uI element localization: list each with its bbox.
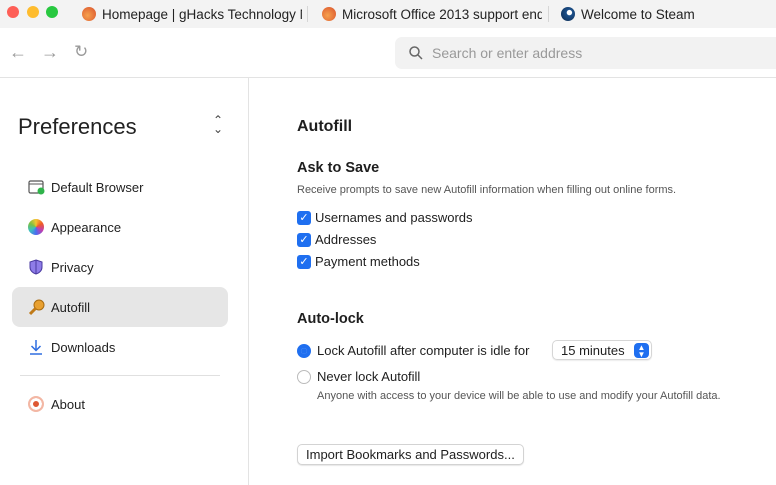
default-browser-icon bbox=[27, 178, 45, 196]
ghacks-favicon-icon bbox=[322, 7, 336, 21]
sidebar-divider bbox=[20, 375, 220, 376]
sidebar-item-label: Default Browser bbox=[51, 179, 144, 195]
sidebar-item-privacy[interactable]: Privacy bbox=[12, 247, 228, 287]
back-arrow-icon[interactable]: ← bbox=[9, 42, 27, 62]
checkbox-label: Addresses bbox=[315, 232, 377, 247]
toolbar: ← → ↻ Search or enter address bbox=[0, 28, 776, 78]
radio-label: Never lock Autofill bbox=[317, 369, 421, 384]
preferences-title: Preferences bbox=[18, 114, 137, 139]
never-lock-note: Anyone with access to your device will b… bbox=[317, 390, 721, 402]
sidebar-item-label: Privacy bbox=[51, 259, 94, 275]
forward-arrow-icon[interactable]: → bbox=[41, 42, 59, 62]
radio-label: Lock Autofill after computer is idle for bbox=[317, 343, 530, 358]
reload-icon[interactable]: ↻ bbox=[74, 42, 88, 62]
tab-ghacks-homepage[interactable]: Homepage | gHacks Technology News bbox=[82, 0, 302, 28]
never-lock-radio[interactable]: Never lock Autofill bbox=[297, 369, 420, 384]
minimize-window-button[interactable] bbox=[27, 6, 39, 18]
chevron-up-down-icon[interactable]: ⌃ ⌄ bbox=[213, 114, 223, 135]
idle-time-select[interactable]: 15 minutes ▲ ▼ bbox=[552, 340, 652, 360]
radio-selected bbox=[297, 343, 311, 358]
select-value: 15 minutes bbox=[561, 342, 625, 358]
tab-title: Homepage | gHacks Technology News bbox=[102, 6, 302, 22]
close-window-button[interactable] bbox=[7, 6, 19, 18]
tab-office-support[interactable]: Microsoft Office 2013 support ends bbox=[322, 0, 542, 28]
sidebar-item-appearance[interactable]: Appearance bbox=[12, 207, 228, 247]
download-icon bbox=[27, 338, 45, 356]
ghacks-favicon-icon bbox=[82, 7, 96, 21]
tab-title: Welcome to Steam bbox=[581, 6, 695, 22]
radio-unselected bbox=[297, 369, 311, 384]
tab-steam[interactable]: Welcome to Steam bbox=[561, 0, 761, 28]
address-bar[interactable]: Search or enter address bbox=[395, 37, 776, 69]
checkbox-label: Usernames and passwords bbox=[315, 210, 473, 225]
address-placeholder: Search or enter address bbox=[432, 45, 583, 61]
addresses-checkbox[interactable]: ✓ Addresses bbox=[297, 232, 376, 247]
ask-to-save-description: Receive prompts to save new Autofill inf… bbox=[297, 184, 677, 196]
auto-lock-heading: Auto-lock bbox=[297, 311, 364, 327]
sidebar-item-about[interactable]: About bbox=[12, 384, 228, 424]
sidebar-item-default-browser[interactable]: Default Browser bbox=[12, 167, 228, 207]
tab-bar: Homepage | gHacks Technology News Micros… bbox=[0, 0, 776, 28]
checkmark-icon: ✓ bbox=[297, 254, 311, 269]
sidebar-item-label: Downloads bbox=[51, 339, 116, 355]
payment-methods-checkbox[interactable]: ✓ Payment methods bbox=[297, 254, 420, 269]
import-bookmarks-button[interactable]: Import Bookmarks and Passwords... bbox=[297, 444, 524, 465]
ask-to-save-heading: Ask to Save bbox=[297, 160, 380, 176]
tab-divider bbox=[307, 6, 308, 22]
checkmark-icon: ✓ bbox=[297, 210, 311, 225]
sidebar-item-label: About bbox=[51, 396, 85, 412]
tab-divider bbox=[548, 6, 549, 22]
shield-icon bbox=[27, 258, 45, 276]
sidebar: Preferences ⌃ ⌄ Default Browser Appearanc… bbox=[0, 78, 249, 485]
sidebar-item-label: Appearance bbox=[51, 219, 122, 235]
sidebar-item-autofill[interactable]: Autofill bbox=[12, 287, 228, 327]
tab-title: Microsoft Office 2013 support ends bbox=[342, 6, 542, 22]
checkbox-label: Payment methods bbox=[315, 254, 420, 269]
steam-favicon-icon bbox=[561, 7, 575, 21]
appearance-icon bbox=[27, 218, 45, 236]
zoom-window-button[interactable] bbox=[46, 6, 58, 18]
search-icon bbox=[409, 46, 423, 60]
lock-after-idle-radio[interactable]: Lock Autofill after computer is idle for bbox=[297, 343, 529, 358]
chevron-up-down-icon: ▲ ▼ bbox=[634, 343, 649, 359]
checkmark-icon: ✓ bbox=[297, 232, 311, 247]
sidebar-item-label: Autofill bbox=[51, 299, 91, 315]
key-icon bbox=[27, 298, 45, 316]
duckduckgo-icon bbox=[27, 395, 45, 413]
sidebar-item-downloads[interactable]: Downloads bbox=[12, 327, 228, 367]
page-title: Autofill bbox=[297, 118, 353, 135]
usernames-passwords-checkbox[interactable]: ✓ Usernames and passwords bbox=[297, 210, 473, 225]
